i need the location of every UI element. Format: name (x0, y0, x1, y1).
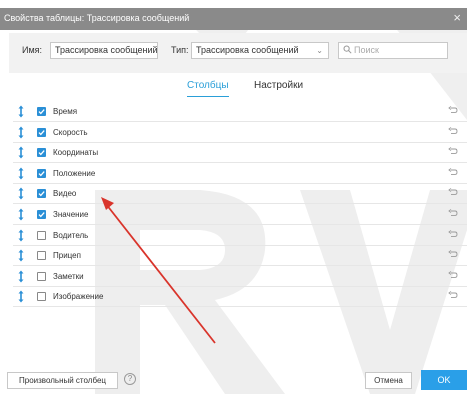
column-label: Время (53, 107, 78, 116)
column-row[interactable]: Прицеп (13, 246, 467, 266)
column-row[interactable]: Заметки (13, 267, 467, 287)
column-label: Прицеп (53, 251, 81, 260)
undo-icon[interactable] (448, 167, 458, 179)
column-label: Положение (53, 169, 96, 178)
dialog-titlebar: Свойства таблицы: Трассировка сообщений … (0, 8, 467, 30)
undo-icon[interactable] (448, 229, 458, 241)
checkbox-icon[interactable] (37, 148, 46, 157)
drag-handle-icon[interactable] (18, 229, 24, 244)
column-row[interactable]: Видео (13, 184, 467, 204)
help-icon[interactable]: ? (124, 373, 136, 385)
column-row[interactable]: Водитель (13, 226, 467, 246)
column-label: Водитель (53, 231, 89, 240)
column-label: Заметки (53, 272, 84, 281)
search-input[interactable]: Поиск (338, 42, 448, 59)
column-label: Скорость (53, 128, 88, 137)
checkbox-icon[interactable] (37, 128, 46, 137)
column-row[interactable]: Изображение (13, 287, 467, 307)
drag-handle-icon[interactable] (18, 105, 24, 120)
checkbox-icon[interactable] (37, 292, 46, 301)
ok-button[interactable]: OK (421, 370, 467, 390)
dialog-title: Свойства таблицы: Трассировка сообщений (4, 13, 190, 23)
column-label: Значение (53, 210, 89, 219)
drag-handle-icon[interactable] (18, 146, 24, 161)
column-label: Изображение (53, 292, 104, 301)
undo-icon[interactable] (448, 290, 458, 302)
checkbox-icon[interactable] (37, 231, 46, 240)
drag-handle-icon[interactable] (18, 208, 24, 223)
cancel-button[interactable]: Отмена (365, 372, 412, 389)
search-icon (343, 45, 352, 54)
checkbox-icon[interactable] (37, 189, 46, 198)
drag-handle-icon[interactable] (18, 270, 24, 285)
undo-icon[interactable] (448, 146, 458, 158)
checkbox-icon[interactable] (37, 210, 46, 219)
undo-icon[interactable] (448, 187, 458, 199)
drag-handle-icon[interactable] (18, 249, 24, 264)
column-row[interactable]: Скорость (13, 123, 467, 143)
drag-handle-icon[interactable] (18, 187, 24, 202)
tab-columns[interactable]: Столбцы (187, 80, 229, 97)
undo-icon[interactable] (448, 270, 458, 282)
column-row[interactable]: Координаты (13, 143, 467, 163)
type-label: Тип: (171, 45, 189, 55)
column-row[interactable]: Положение (13, 164, 467, 184)
column-row[interactable]: Значение (13, 205, 467, 225)
checkbox-icon[interactable] (37, 107, 46, 116)
checkbox-icon[interactable] (37, 251, 46, 260)
type-select[interactable]: Трассировка сообщений ⌄ (191, 42, 329, 59)
undo-icon[interactable] (448, 126, 458, 138)
chevron-down-icon: ⌄ (316, 46, 323, 55)
search-placeholder: Поиск (354, 45, 379, 55)
undo-icon[interactable] (448, 208, 458, 220)
name-label: Имя: (22, 45, 43, 55)
column-row[interactable]: Время (13, 102, 467, 122)
drag-handle-icon[interactable] (18, 167, 24, 182)
checkbox-icon[interactable] (37, 272, 46, 281)
column-label: Видео (53, 189, 77, 198)
close-icon[interactable]: × (453, 10, 461, 26)
checkbox-icon[interactable] (37, 169, 46, 178)
drag-handle-icon[interactable] (18, 290, 24, 305)
name-input-value: Трассировка сообщений (55, 45, 158, 55)
drag-handle-icon[interactable] (18, 126, 24, 141)
undo-icon[interactable] (448, 249, 458, 261)
column-label: Координаты (53, 148, 99, 157)
name-input[interactable]: Трассировка сообщений (50, 42, 158, 59)
custom-column-button[interactable]: Произвольный столбец (7, 372, 118, 389)
type-select-value: Трассировка сообщений (196, 45, 299, 55)
undo-icon[interactable] (448, 105, 458, 117)
tab-settings[interactable]: Настройки (254, 80, 303, 91)
